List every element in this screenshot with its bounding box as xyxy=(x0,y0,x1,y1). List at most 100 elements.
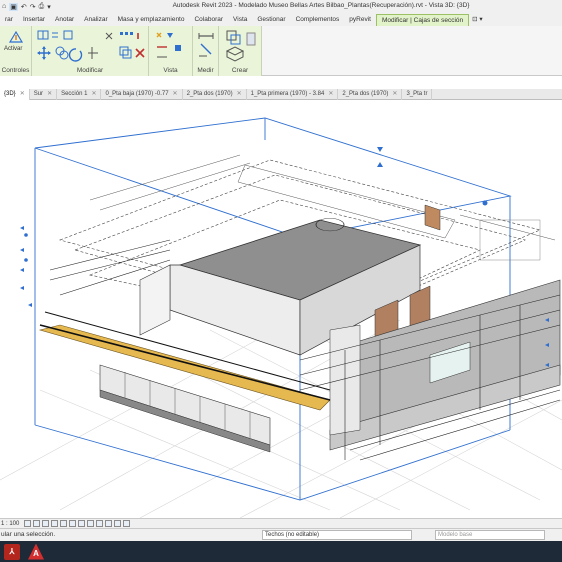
group-label-vista: Vista xyxy=(163,67,178,74)
move-icon[interactable] xyxy=(37,46,51,60)
tab-vista[interactable]: Vista xyxy=(228,14,252,26)
view-tab-label: {3D} xyxy=(4,90,16,97)
tab-gestionar[interactable]: Gestionar xyxy=(252,14,290,26)
align-icon[interactable] xyxy=(37,30,49,40)
array-icon[interactable] xyxy=(120,32,133,35)
reveal-hidden-icon[interactable] xyxy=(105,520,113,527)
view-tab-pta-tr[interactable]: 3_Pta tr xyxy=(402,88,433,100)
view-tabs: {3D} ✕ Sur ✕ Sección 1 ✕ 0_Pta baja (1970) … xyxy=(0,88,562,100)
hide-element-icon[interactable] xyxy=(156,32,162,38)
delete-icon[interactable] xyxy=(135,48,145,58)
trim-icon[interactable] xyxy=(88,47,98,59)
close-icon[interactable]: ✕ xyxy=(328,91,333,97)
paint-icon[interactable] xyxy=(175,45,181,51)
create-similar-icon[interactable] xyxy=(226,30,241,45)
crop-view-icon[interactable] xyxy=(69,520,77,527)
view-scale[interactable]: 1 : 100 xyxy=(1,521,19,527)
tab-anotar[interactable]: Anotar xyxy=(50,14,79,26)
level-markers[interactable] xyxy=(20,226,32,307)
analysis-icon[interactable] xyxy=(123,520,131,527)
tab-complementos[interactable]: Complementos xyxy=(291,14,345,26)
view-tab-sur[interactable]: Sur ✕ xyxy=(30,88,58,100)
pdf-app-icon[interactable]: ⅄ xyxy=(4,543,20,560)
autocad-app-icon[interactable]: A xyxy=(28,543,44,560)
measure-icon[interactable] xyxy=(197,30,215,60)
view-tab-label: 2_Pta dos (1970) xyxy=(186,90,233,97)
create-tools-icons xyxy=(225,30,256,62)
group-medir: Medir xyxy=(193,26,219,76)
activate-icon[interactable] xyxy=(8,30,24,44)
view-tab-label: Sección 1 xyxy=(61,90,88,97)
shadows-icon[interactable] xyxy=(51,520,59,527)
quick-access-toolbar: ⌂ ▣ ↶ ↷ ⎙ ▾ xyxy=(0,2,51,11)
tab-panel-toggle[interactable]: ⊡ ▾ xyxy=(469,14,486,26)
tab-analizar[interactable]: Analizar xyxy=(79,14,112,26)
print-icon[interactable]: ⎙ xyxy=(39,3,45,11)
worksharing-icon[interactable] xyxy=(114,520,122,527)
render-icon[interactable] xyxy=(60,520,68,527)
design-option-field[interactable]: Modelo base xyxy=(435,530,545,540)
activate-button-label[interactable]: Activar xyxy=(4,46,22,52)
building-model-3d[interactable] xyxy=(0,100,562,518)
close-icon[interactable]: ✕ xyxy=(173,91,178,97)
tab-disenar[interactable]: rar xyxy=(0,14,18,26)
copy-icon[interactable] xyxy=(55,46,69,60)
close-icon[interactable]: ✕ xyxy=(47,91,52,97)
open-icon[interactable]: ▣ xyxy=(9,2,18,11)
group-vista: Vista xyxy=(149,26,193,76)
temporary-hide-icon[interactable] xyxy=(96,520,104,527)
tab-pyrevit[interactable]: pyRevit xyxy=(344,14,376,26)
drawing-canvas-3d[interactable] xyxy=(0,100,562,518)
close-icon[interactable]: ✕ xyxy=(392,91,397,97)
view-tab-label: Sur xyxy=(33,90,44,97)
tab-masa[interactable]: Masa y emplazamiento xyxy=(113,14,190,26)
group-label-medir: Medir xyxy=(197,67,214,74)
close-icon[interactable]: ✕ xyxy=(237,91,242,97)
offset-icon[interactable] xyxy=(52,32,58,38)
view-tab-pta-primera[interactable]: 1_Pta primera (1970) - 3.84 ✕ xyxy=(247,88,339,100)
group-label-crear: Crear xyxy=(231,67,249,74)
group-modificar: Modificar xyxy=(32,26,149,76)
tab-modificar-cajas[interactable]: Modificar | Cajas de sección xyxy=(375,14,470,26)
group-label-modificar: Modificar xyxy=(76,67,104,74)
ribbon-panel: Activar Controles Modificar Vista Medir … xyxy=(0,26,562,76)
mirror-icon[interactable] xyxy=(63,30,73,40)
undo-icon[interactable]: ↶ xyxy=(21,3,27,11)
os-taskbar: ⅄ A xyxy=(0,541,562,562)
tab-colaborar[interactable]: Colaborar xyxy=(189,14,228,26)
split-icon[interactable] xyxy=(105,32,113,40)
view-control-bar: 1 : 100 xyxy=(0,518,562,528)
workset-field[interactable]: Techos (no editable) xyxy=(262,530,412,540)
status-message: ular una selección. xyxy=(1,531,56,538)
create-group-icon[interactable] xyxy=(246,32,256,46)
view-tab-label: 3_Pta tr xyxy=(406,90,428,97)
view-tab-seccion-1[interactable]: Sección 1 ✕ xyxy=(57,88,102,100)
home-icon[interactable]: ⌂ xyxy=(2,3,6,10)
group-controles: Activar Controles xyxy=(0,26,32,76)
view-tab-label: 0_Pta baja (1970) -0.77 xyxy=(105,90,169,97)
ribbon-tabs: rar Insertar Anotar Analizar Masa y empl… xyxy=(0,13,562,26)
close-icon[interactable]: ✕ xyxy=(20,91,25,97)
detail-level-icon[interactable] xyxy=(24,520,32,527)
show-crop-icon[interactable] xyxy=(78,520,86,527)
redo-icon[interactable]: ↷ xyxy=(30,3,36,11)
view-tab-3d[interactable]: {3D} ✕ xyxy=(0,88,30,100)
status-bar: ular una selección. Techos (no editable)… xyxy=(0,528,562,541)
view-tab-pta-dos[interactable]: 2_Pta dos (1970) ✕ xyxy=(183,88,247,100)
view-tab-label: 1_Pta primera (1970) - 3.84 xyxy=(250,90,325,97)
group-label-controles: Controles xyxy=(1,67,30,74)
view-tools-icons xyxy=(156,32,181,58)
view-tab-pta-dos-b[interactable]: 2_Pta dos (1970) ✕ xyxy=(338,88,403,100)
tab-insertar[interactable]: Insertar xyxy=(18,14,50,26)
visual-style-icon[interactable] xyxy=(33,520,41,527)
close-icon[interactable]: ✕ xyxy=(91,91,96,97)
sun-path-icon[interactable] xyxy=(42,520,50,527)
view-tab-label: 2_Pta dos (1970) xyxy=(342,90,389,97)
qat-dropdown-icon[interactable]: ▾ xyxy=(47,3,51,11)
view-tab-pta-baja[interactable]: 0_Pta baja (1970) -0.77 ✕ xyxy=(101,88,183,100)
lock-view-icon[interactable] xyxy=(87,520,95,527)
scale-icon[interactable] xyxy=(119,46,132,59)
create-parts-icon[interactable] xyxy=(225,46,245,62)
rotate-icon[interactable] xyxy=(68,48,83,62)
override-graphics-icon[interactable] xyxy=(167,33,173,38)
